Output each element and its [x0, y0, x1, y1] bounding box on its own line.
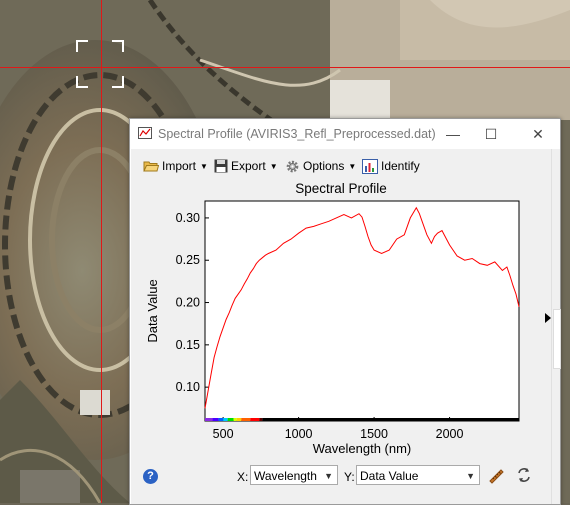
- spectral-plot[interactable]: 500 1000 1500 2000 0.30 0.25 0.20 0.15 0.10 Wav…: [131, 197, 551, 459]
- chevron-down-icon: ▼: [200, 161, 208, 171]
- plot-title: Spectral Profile: [295, 181, 387, 196]
- minimize-button[interactable]: —: [442, 123, 464, 145]
- chevron-down-icon: ▼: [324, 471, 333, 481]
- x-axis-selector-label: X:: [237, 470, 249, 484]
- x-axis-select-value: Wavelength: [254, 469, 317, 483]
- spectral-app-icon: [138, 127, 152, 139]
- title-bar[interactable]: Spectral Profile (AVIRIS3_Refl_Preproces…: [130, 119, 560, 149]
- y-axis-select[interactable]: Data Value ▼: [356, 465, 480, 485]
- y-axis-selector-label: Y:: [344, 470, 355, 484]
- refresh-icon[interactable]: [515, 466, 533, 484]
- x-tick-label: 1000: [285, 427, 313, 441]
- color-bar-segment: [250, 418, 260, 421]
- color-bar-segment: [223, 418, 228, 421]
- client-area: Import ▼ Export ▼ Options ▼ Identify Spe…: [131, 149, 551, 504]
- floppy-disk-icon: [214, 159, 228, 173]
- identify-label: Identify: [381, 159, 420, 173]
- color-bar-segment: [262, 418, 519, 421]
- y-axis-select-value: Data Value: [360, 469, 419, 483]
- export-label: Export: [231, 159, 266, 173]
- x-axis-select[interactable]: Wavelength ▼: [250, 465, 338, 485]
- window-scrollbar[interactable]: [551, 149, 561, 504]
- spectral-profile-window: Spectral Profile (AVIRIS3_Refl_Preproces…: [129, 118, 561, 505]
- color-bar-segment: [233, 418, 237, 421]
- gear-icon: [286, 160, 299, 172]
- color-bar-segment: [259, 418, 263, 421]
- color-bar-segment: [241, 418, 251, 421]
- help-icon[interactable]: ?: [143, 469, 158, 484]
- color-bar-segment: [227, 418, 234, 421]
- y-axis-label: Data Value: [145, 279, 160, 342]
- options-button[interactable]: Options ▼: [285, 155, 356, 177]
- identify-button[interactable]: Identify: [362, 155, 420, 177]
- y-tick-label: 0.10: [176, 380, 200, 394]
- y-tick-label: 0.25: [176, 253, 200, 267]
- wavelength-color-bar: [205, 418, 519, 421]
- x-axis-label: Wavelength (nm): [313, 441, 412, 456]
- plot-area: [204, 200, 520, 422]
- axis-selector-bar: ? X: Wavelength ▼ Y: Data Value ▼: [131, 463, 551, 489]
- x-tick-label: 500: [213, 427, 234, 441]
- import-label: Import: [162, 159, 197, 173]
- x-tick-label: 2000: [436, 427, 464, 441]
- options-label: Options: [303, 159, 345, 173]
- chevron-down-icon: ▼: [269, 161, 278, 171]
- x-tick-label: 1500: [360, 427, 388, 441]
- y-tick-label: 0.15: [176, 338, 200, 352]
- maximize-button[interactable]: ☐: [480, 123, 502, 145]
- color-bar-segment: [212, 418, 219, 421]
- chevron-down-icon: ▼: [348, 161, 357, 171]
- scrollbar-thumb[interactable]: [553, 309, 561, 369]
- y-axis-ticks: 0.30 0.25 0.20 0.15 0.10: [176, 211, 209, 394]
- folder-open-icon: [143, 161, 159, 172]
- expand-arrow-icon[interactable]: [545, 313, 551, 323]
- zoom-box-marker[interactable]: [76, 40, 124, 88]
- export-button[interactable]: Export ▼: [214, 155, 278, 177]
- color-bar-segment: [236, 418, 242, 421]
- ruler-icon[interactable]: [487, 466, 505, 484]
- color-bar-segment: [218, 418, 224, 421]
- chevron-down-icon: ▼: [466, 471, 475, 481]
- y-tick-label: 0.30: [176, 211, 200, 225]
- y-tick-label: 0.20: [176, 296, 200, 310]
- identify-chart-icon: [362, 158, 378, 174]
- close-button[interactable]: ✕: [527, 123, 549, 145]
- window-title: Spectral Profile (AVIRIS3_Refl_Preproces…: [158, 127, 436, 141]
- color-bar-segment: [205, 418, 213, 421]
- import-button[interactable]: Import ▼: [143, 155, 208, 177]
- toolbar: Import ▼ Export ▼ Options ▼ Identify: [131, 155, 551, 177]
